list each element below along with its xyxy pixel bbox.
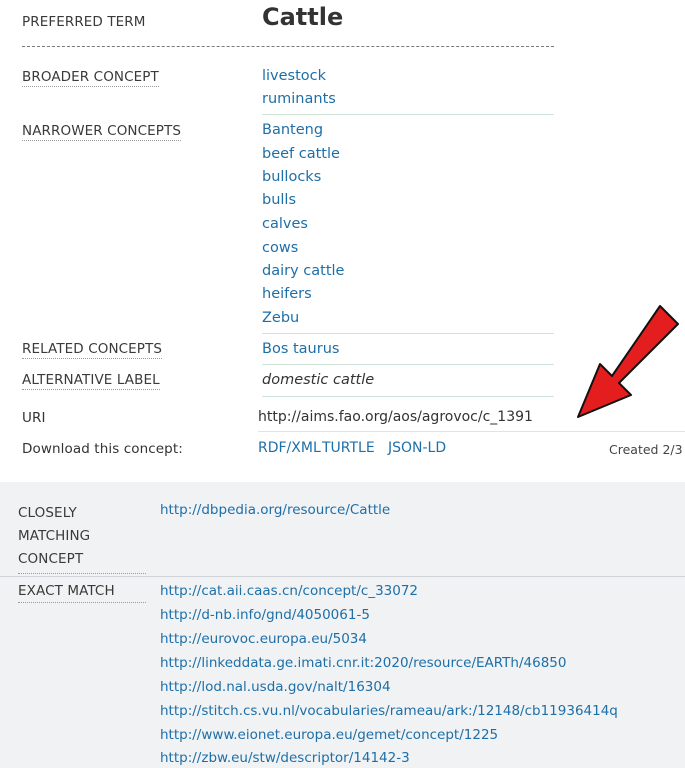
related-concepts-label: RELATED CONCEPTS xyxy=(22,341,163,359)
uri-value[interactable]: http://aims.fao.org/aos/agrovoc/c_1391 xyxy=(258,409,533,425)
broader-concept-link-livestock[interactable]: livestock xyxy=(262,68,326,84)
row-separator xyxy=(258,431,685,432)
broader-concept-link-ruminants[interactable]: ruminants xyxy=(262,91,336,107)
exact-match-link[interactable]: http://d-nb.info/gnd/4050061-5 xyxy=(160,607,370,623)
row-separator xyxy=(262,396,554,397)
alternative-label-label: ALTERNATIVE LABEL xyxy=(22,372,160,390)
download-jsonld-link[interactable]: JSON-LD xyxy=(388,440,446,456)
narrower-concept-link[interactable]: bullocks xyxy=(262,169,321,185)
uri-label: URI xyxy=(22,410,46,426)
narrower-concept-link[interactable]: Zebu xyxy=(262,310,299,326)
exact-match-link[interactable]: http://linkeddata.ge.imati.cnr.it:2020/r… xyxy=(160,655,566,671)
narrower-concept-link[interactable]: cows xyxy=(262,240,298,256)
red-arrow-annotation xyxy=(577,305,679,418)
narrower-concept-link[interactable]: beef cattle xyxy=(262,146,340,162)
exact-match-link[interactable]: http://eurovoc.europa.eu/5034 xyxy=(160,631,367,647)
narrower-concept-link[interactable]: heifers xyxy=(262,286,312,302)
row-separator xyxy=(0,576,685,577)
exact-match-link[interactable]: http://cat.aii.caas.cn/concept/c_33072 xyxy=(160,583,418,599)
preferred-term-title: Cattle xyxy=(262,3,344,31)
narrower-concept-link[interactable]: Banteng xyxy=(262,122,323,138)
exact-match-link[interactable]: http://www.eionet.europa.eu/gemet/concep… xyxy=(160,727,498,743)
download-rdfxml-link[interactable]: RDF/XML xyxy=(258,440,321,456)
mappings-panel: CLOSELY MATCHING CONCEPT http://dbpedia.… xyxy=(0,482,685,768)
exact-match-link[interactable]: http://stitch.cs.vu.nl/vocabularies/rame… xyxy=(160,703,618,719)
related-concept-link[interactable]: Bos taurus xyxy=(262,341,339,357)
exact-match-link[interactable]: http://zbw.eu/stw/descriptor/14142-3 xyxy=(160,750,410,766)
dashed-divider xyxy=(22,46,554,47)
closely-matching-label: CLOSELY MATCHING CONCEPT xyxy=(18,505,91,567)
narrower-concept-link[interactable]: bulls xyxy=(262,192,296,208)
exact-match-link[interactable]: http://lod.nal.usda.gov/nalt/16304 xyxy=(160,679,391,695)
alternative-label-value: domestic cattle xyxy=(262,372,375,388)
row-separator xyxy=(262,364,554,365)
download-turtle-link[interactable]: TURTLE xyxy=(322,440,375,456)
narrower-concept-link[interactable]: dairy cattle xyxy=(262,263,344,279)
closely-matching-link[interactable]: http://dbpedia.org/resource/Cattle xyxy=(160,502,390,518)
label-underline xyxy=(18,602,146,603)
narrower-concepts-label: NARROWER CONCEPTS xyxy=(22,123,182,141)
narrower-concept-link[interactable]: calves xyxy=(262,216,308,232)
exact-match-label: EXACT MATCH xyxy=(18,583,115,599)
label-underline xyxy=(18,573,146,574)
preferred-term-label: PREFERRED TERM xyxy=(22,14,146,30)
broader-concept-label: BROADER CONCEPT xyxy=(22,69,159,87)
row-separator xyxy=(262,114,554,115)
download-label: Download this concept: xyxy=(22,441,183,457)
row-separator xyxy=(262,333,554,334)
created-date: Created 2/3 xyxy=(609,442,683,457)
